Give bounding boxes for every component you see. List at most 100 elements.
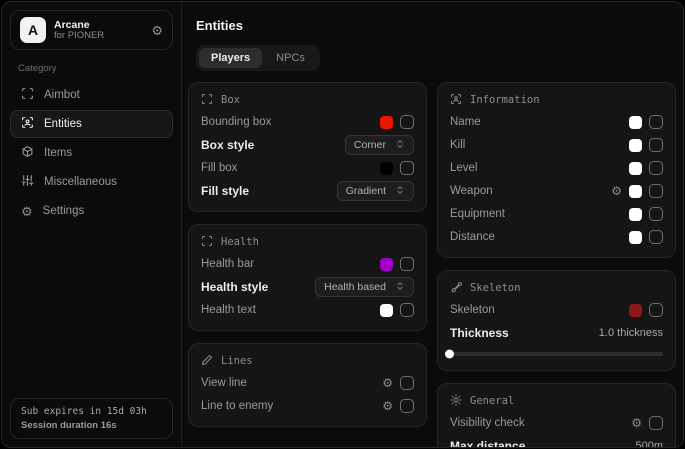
setting-row-weapon: Weapon ⚙ (450, 181, 663, 201)
tab-npcs[interactable]: NPCs (264, 48, 317, 68)
session-duration-text: Session duration 16s (21, 420, 162, 431)
page-title: Entities (196, 18, 676, 33)
setting-row-health-bar: Health bar (201, 254, 414, 274)
sun-icon (450, 394, 462, 409)
chevrons-up-down-icon (395, 182, 405, 200)
scan-person-icon (450, 93, 462, 108)
card-health: Health Health bar Health style Health ba… (188, 224, 427, 331)
slider-thumb[interactable] (445, 350, 454, 359)
app-logo: A (20, 17, 46, 43)
card-title: Information (470, 94, 540, 106)
setting-row-name: Name (450, 112, 663, 132)
package-icon (21, 145, 34, 161)
gear-icon[interactable]: ⚙ (631, 417, 642, 429)
checkbox[interactable] (400, 376, 414, 390)
setting-label: Line to enemy (201, 400, 273, 412)
sidebar-item-label: Miscellaneous (44, 176, 117, 188)
color-swatch[interactable] (629, 116, 642, 129)
setting-row-line-to-enemy: Line to enemy ⚙ (201, 396, 414, 416)
setting-label: Max distance (450, 439, 525, 448)
brand-card: A Arcane for PIONER ⚙ (10, 10, 173, 50)
setting-label: Health text (201, 304, 256, 316)
setting-row-thickness: Thickness 1.0 thickness (450, 323, 663, 343)
sidebar-item-settings[interactable]: ⚙ Settings (10, 197, 173, 225)
gear-icon[interactable]: ⚙ (151, 24, 163, 37)
gear-icon[interactable]: ⚙ (382, 400, 393, 412)
card-title: General (470, 395, 514, 407)
checkbox[interactable] (649, 303, 663, 317)
scan-icon (201, 93, 213, 108)
setting-label: Fill box (201, 162, 237, 174)
chevrons-up-down-icon (395, 278, 405, 296)
color-swatch[interactable] (380, 116, 393, 129)
checkbox[interactable] (649, 161, 663, 175)
color-swatch[interactable] (380, 258, 393, 271)
health-style-select[interactable]: Health based (315, 277, 414, 297)
setting-row-max-distance: Max distance 500m (450, 436, 663, 448)
checkbox[interactable] (649, 184, 663, 198)
sidebar-item-items[interactable]: Items (10, 139, 173, 167)
card-lines: Lines View line ⚙ Line to enemy ⚙ (188, 343, 427, 427)
color-swatch[interactable] (629, 304, 642, 317)
sliders-icon (21, 174, 34, 190)
setting-label: Box style (201, 138, 254, 152)
sidebar-item-miscellaneous[interactable]: Miscellaneous (10, 168, 173, 196)
checkbox[interactable] (649, 138, 663, 152)
setting-row-equipment: Equipment (450, 204, 663, 224)
color-swatch[interactable] (629, 162, 642, 175)
gear-icon[interactable]: ⚙ (382, 377, 393, 389)
checkbox[interactable] (649, 230, 663, 244)
box-style-select[interactable]: Corner (345, 135, 414, 155)
sidebar-item-label: Entities (44, 118, 82, 130)
color-swatch[interactable] (629, 139, 642, 152)
entity-type-tabs: Players NPCs (196, 45, 320, 71)
fill-style-select[interactable]: Gradient (337, 181, 414, 201)
color-swatch[interactable] (380, 304, 393, 317)
color-swatch[interactable] (629, 185, 642, 198)
checkbox[interactable] (400, 257, 414, 271)
pencil-icon (201, 354, 213, 369)
setting-label: Name (450, 116, 481, 128)
card-title: Box (221, 94, 240, 106)
scan-person-icon (21, 116, 34, 132)
card-information: Information Name Kill (437, 82, 676, 258)
setting-row-distance: Distance (450, 227, 663, 247)
subscription-info: Sub expires in 15d 03h Session duration … (10, 398, 173, 439)
setting-label: Visibility check (450, 417, 525, 429)
sidebar-item-entities[interactable]: Entities (10, 110, 173, 138)
setting-row-view-line: View line ⚙ (201, 373, 414, 393)
checkbox[interactable] (649, 115, 663, 129)
sidebar-item-aimbot[interactable]: Aimbot (10, 81, 173, 109)
thickness-slider[interactable] (450, 352, 663, 356)
gear-icon[interactable]: ⚙ (611, 185, 622, 197)
checkbox[interactable] (649, 416, 663, 430)
setting-row-skeleton: Skeleton (450, 300, 663, 320)
setting-label: Weapon (450, 185, 493, 197)
setting-label: Kill (450, 139, 465, 151)
checkbox[interactable] (400, 115, 414, 129)
color-swatch[interactable] (629, 231, 642, 244)
app-window: A Arcane for PIONER ⚙ Category Aimbot En… (1, 1, 684, 448)
setting-label: Thickness (450, 326, 509, 340)
card-box: Box Bounding box Box style Corner (188, 82, 427, 212)
card-skeleton: Skeleton Skeleton Thickness 1.0 thicknes… (437, 270, 676, 371)
setting-label: Bounding box (201, 116, 271, 128)
setting-row-box-style: Box style Corner (201, 135, 414, 155)
card-title: Health (221, 236, 259, 248)
setting-row-bounding-box: Bounding box (201, 112, 414, 132)
sub-expires-text: Sub expires in 15d 03h (21, 406, 162, 417)
card-title: Skeleton (470, 282, 521, 294)
setting-row-kill: Kill (450, 135, 663, 155)
sidebar-item-label: Aimbot (44, 89, 80, 101)
checkbox[interactable] (400, 303, 414, 317)
setting-label: Health bar (201, 258, 254, 270)
checkbox[interactable] (649, 207, 663, 221)
crosshair-icon (21, 87, 34, 103)
tab-players[interactable]: Players (199, 48, 262, 68)
setting-row-fill-box: Fill box (201, 158, 414, 178)
color-swatch[interactable] (629, 208, 642, 221)
checkbox[interactable] (400, 161, 414, 175)
color-swatch[interactable] (380, 162, 393, 175)
checkbox[interactable] (400, 399, 414, 413)
sidebar: A Arcane for PIONER ⚙ Category Aimbot En… (2, 2, 182, 447)
